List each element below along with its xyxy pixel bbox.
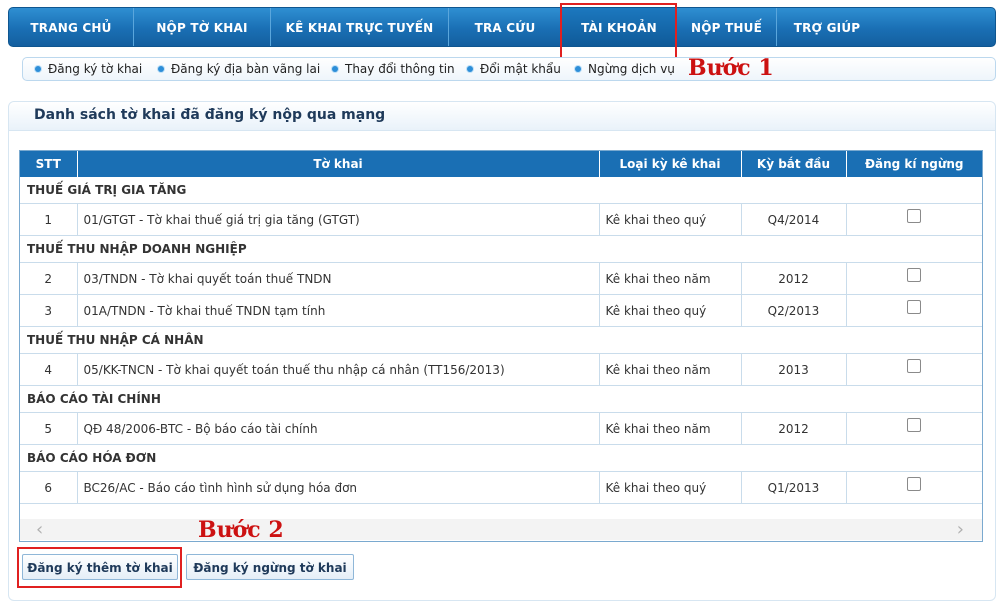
header-stt: STT bbox=[20, 151, 78, 177]
header-period-type: Loại kỳ kê khai bbox=[599, 151, 742, 177]
step1-annotation: Bước 1 bbox=[688, 55, 774, 81]
bullet-icon bbox=[467, 66, 473, 72]
cell-start-period: 2012 bbox=[741, 262, 847, 295]
cell-stop-checkbox bbox=[846, 412, 982, 445]
table-row: 4 05/KK-TNCN - Tờ khai quyết toán thuế t… bbox=[20, 353, 982, 386]
nav-item-home[interactable]: TRANG CHỦ bbox=[9, 8, 134, 46]
panel-title: Danh sách tờ khai đã đăng ký nộp qua mạn… bbox=[34, 107, 386, 123]
chevron-left-icon[interactable]: ‹ bbox=[36, 519, 43, 540]
cell-form: 01A/TNDN - Tờ khai thuế TNDN tạm tính bbox=[77, 294, 600, 327]
table-header-row: STT Tờ khai Loại kỳ kê khai Kỳ bắt đầu Đ… bbox=[20, 151, 982, 177]
nav-item-online-declaration[interactable]: KÊ KHAI TRỰC TUYẾN bbox=[271, 8, 449, 46]
sub-navigation: Đăng ký tờ khai Đăng ký địa bàn vãng lai… bbox=[22, 57, 996, 81]
cell-form: QĐ 48/2006-BTC - Bộ báo cáo tài chính bbox=[77, 412, 600, 445]
subnav-item-stop-service[interactable]: Ngừng dịch vụ bbox=[575, 58, 675, 80]
cell-stop-checkbox bbox=[846, 471, 982, 504]
bullet-icon bbox=[332, 66, 338, 72]
table-row: 5 QĐ 48/2006-BTC - Bộ báo cáo tài chính … bbox=[20, 412, 982, 445]
subnav-item-register-transient-area[interactable]: Đăng ký địa bàn vãng lai bbox=[158, 58, 320, 80]
cell-form: BC26/AC - Báo cáo tình hình sử dụng hóa … bbox=[77, 471, 600, 504]
cell-start-period: 2012 bbox=[741, 412, 847, 445]
group-row: THUẾ THU NHẬP CÁ NHÂN bbox=[20, 326, 982, 354]
subnav-label: Ngừng dịch vụ bbox=[588, 62, 675, 76]
cell-stop-checkbox bbox=[846, 203, 982, 236]
horizontal-scrollbar[interactable]: ‹ › bbox=[20, 519, 982, 540]
top-navigation: TRANG CHỦ NỘP TỜ KHAI KÊ KHAI TRỰC TUYẾN… bbox=[8, 7, 996, 47]
header-start-period: Kỳ bắt đầu bbox=[741, 151, 847, 177]
group-row: THUẾ GIÁ TRỊ GIA TĂNG bbox=[20, 177, 982, 204]
cell-form: 01/GTGT - Tờ khai thuế giá trị gia tăng … bbox=[77, 203, 600, 236]
register-stop-button[interactable]: Đăng ký ngừng tờ khai bbox=[186, 554, 354, 580]
chevron-right-icon[interactable]: › bbox=[957, 519, 964, 540]
group-row: BÁO CÁO HÓA ĐƠN bbox=[20, 444, 982, 472]
cell-period-type: Kê khai theo năm bbox=[599, 353, 742, 386]
cell-stop-checkbox bbox=[846, 353, 982, 386]
nav-item-help[interactable]: TRỢ GIÚP bbox=[777, 8, 877, 46]
cell-start-period: Q4/2014 bbox=[741, 203, 847, 236]
group-name: BÁO CÁO TÀI CHÍNH bbox=[20, 385, 982, 413]
subnav-label: Đổi mật khẩu bbox=[480, 62, 561, 76]
cell-stt: 6 bbox=[20, 471, 78, 504]
subnav-item-change-password[interactable]: Đổi mật khẩu bbox=[467, 58, 561, 80]
cell-stop-checkbox bbox=[846, 294, 982, 327]
table-row: 1 01/GTGT - Tờ khai thuế giá trị gia tăn… bbox=[20, 203, 982, 236]
step2-highlight-box bbox=[17, 547, 182, 588]
header-form: Tờ khai bbox=[77, 151, 600, 177]
cell-period-type: Kê khai theo năm bbox=[599, 412, 742, 445]
cell-stop-checkbox bbox=[846, 262, 982, 295]
nav-item-lookup[interactable]: TRA CỨU bbox=[449, 8, 562, 46]
group-name: BÁO CÁO HÓA ĐƠN bbox=[20, 444, 982, 472]
subnav-label: Đăng ký địa bàn vãng lai bbox=[171, 62, 321, 76]
bullet-icon bbox=[35, 66, 41, 72]
stop-checkbox[interactable] bbox=[907, 209, 922, 223]
cell-period-type: Kê khai theo quý bbox=[599, 471, 742, 504]
cell-stt: 4 bbox=[20, 353, 78, 386]
stop-checkbox[interactable] bbox=[907, 477, 922, 491]
cell-stt: 2 bbox=[20, 262, 78, 295]
table-row: 3 01A/TNDN - Tờ khai thuế TNDN tạm tính … bbox=[20, 294, 982, 327]
subnav-item-register-return[interactable]: Đăng ký tờ khai bbox=[35, 58, 142, 80]
nav-item-submit-return[interactable]: NỘP TỜ KHAI bbox=[134, 8, 271, 46]
declarations-table: STT Tờ khai Loại kỳ kê khai Kỳ bắt đầu Đ… bbox=[20, 151, 982, 504]
group-name: THUẾ GIÁ TRỊ GIA TĂNG bbox=[20, 177, 982, 204]
stop-checkbox[interactable] bbox=[907, 300, 922, 314]
cell-period-type: Kê khai theo năm bbox=[599, 262, 742, 295]
cell-start-period: Q2/2013 bbox=[741, 294, 847, 327]
stop-checkbox[interactable] bbox=[907, 418, 922, 432]
step2-annotation: Bước 2 bbox=[198, 517, 284, 543]
group-row: THUẾ THU NHẬP DOANH NGHIỆP bbox=[20, 235, 982, 263]
group-name: THUẾ THU NHẬP CÁ NHÂN bbox=[20, 326, 982, 354]
table-row: 6 BC26/AC - Báo cáo tình hình sử dụng hó… bbox=[20, 471, 982, 504]
nav-item-pay-tax[interactable]: NỘP THUẾ bbox=[677, 8, 777, 46]
bullet-icon bbox=[158, 66, 164, 72]
subnav-label: Thay đổi thông tin bbox=[345, 62, 455, 76]
cell-period-type: Kê khai theo quý bbox=[599, 203, 742, 236]
subnav-label: Đăng ký tờ khai bbox=[48, 62, 143, 76]
stop-checkbox[interactable] bbox=[907, 359, 922, 373]
cell-form: 05/KK-TNCN - Tờ khai quyết toán thuế thu… bbox=[77, 353, 600, 386]
subnav-item-change-info[interactable]: Thay đổi thông tin bbox=[332, 58, 455, 80]
cell-stt: 5 bbox=[20, 412, 78, 445]
group-name: THUẾ THU NHẬP DOANH NGHIỆP bbox=[20, 235, 982, 263]
bullet-icon bbox=[575, 66, 581, 72]
cell-start-period: Q1/2013 bbox=[741, 471, 847, 504]
header-stop-registration: Đăng kí ngừng bbox=[846, 151, 982, 177]
cell-form: 03/TNDN - Tờ khai quyết toán thuế TNDN bbox=[77, 262, 600, 295]
group-row: BÁO CÁO TÀI CHÍNH bbox=[20, 385, 982, 413]
declarations-table-container: STT Tờ khai Loại kỳ kê khai Kỳ bắt đầu Đ… bbox=[19, 150, 983, 542]
step1-highlight-box bbox=[560, 3, 677, 59]
stop-checkbox[interactable] bbox=[907, 268, 922, 282]
cell-stt: 1 bbox=[20, 203, 78, 236]
cell-stt: 3 bbox=[20, 294, 78, 327]
cell-start-period: 2013 bbox=[741, 353, 847, 386]
table-row: 2 03/TNDN - Tờ khai quyết toán thuế TNDN… bbox=[20, 262, 982, 295]
cell-period-type: Kê khai theo quý bbox=[599, 294, 742, 327]
